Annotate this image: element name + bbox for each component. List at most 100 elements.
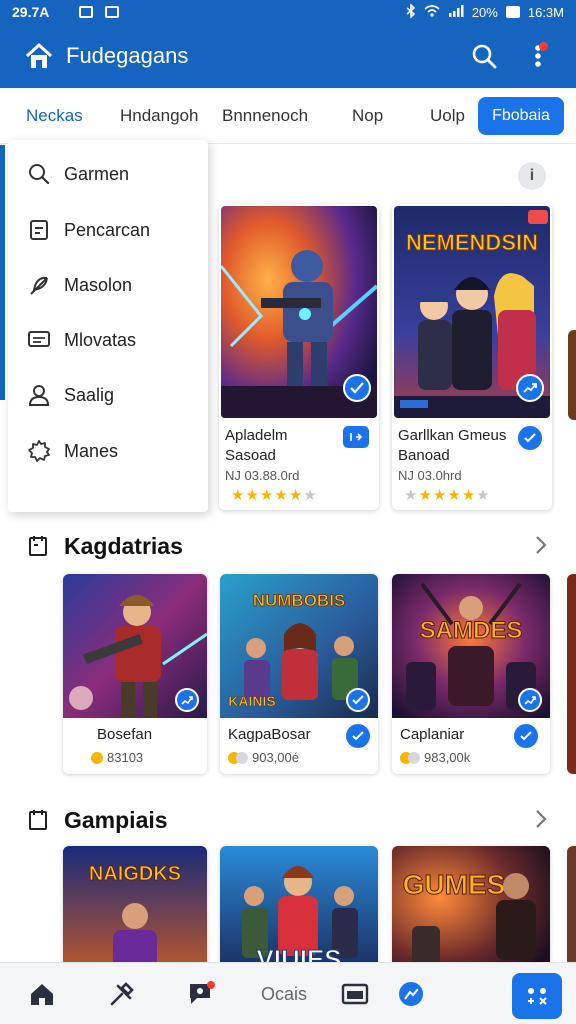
cover-title: NEMENDSIN [406, 230, 538, 255]
notification-icon [79, 6, 94, 18]
game-name: Caplaniar [400, 726, 465, 743]
calendar-icon [28, 535, 50, 557]
game-name: Garllkan Gmeus Banoad [398, 427, 507, 464]
svg-text:KAINIS: KAINIS [228, 693, 275, 709]
status-time: 29.7A [12, 4, 50, 20]
menu-item-label: Manes [64, 440, 119, 461]
install-button[interactable] [514, 724, 538, 748]
menu-item-saalig[interactable]: Saalig [8, 367, 208, 423]
game-card[interactable]: Bosefan 83103 [63, 574, 207, 774]
compass-icon[interactable] [396, 977, 426, 1011]
section-title: Kagdatrias [64, 532, 183, 559]
wifi-icon [424, 4, 440, 20]
install-button[interactable] [343, 426, 369, 448]
menu-item-garmen[interactable]: Garmen [8, 146, 208, 202]
window-icon[interactable] [340, 977, 370, 1011]
install-button[interactable] [518, 426, 542, 450]
chevron-right-icon[interactable] [534, 534, 548, 561]
home-icon[interactable] [28, 977, 56, 1011]
featured-card[interactable]: NEMENDSIN Garllkan Gmeus Banoad NJ 03.0h… [392, 204, 552, 510]
tab-uolp[interactable]: Uolp [430, 106, 465, 126]
game-name: Apladelm Sasoad [225, 427, 288, 464]
install-button[interactable] [346, 724, 370, 748]
game-price: 83103 [91, 750, 143, 765]
game-card[interactable]: VIUIES [220, 846, 378, 976]
menu-item-label: Mlovatas [64, 329, 137, 350]
section-header: Gampiais [0, 800, 576, 840]
game-price: 983,00k [400, 750, 470, 765]
app-bar: Fudegagans [0, 24, 576, 88]
price-value: 903,00é [252, 750, 299, 765]
section-header: Kagdatrias [0, 526, 576, 566]
trending-icon [175, 688, 199, 712]
apps-icon[interactable] [512, 973, 562, 1019]
bluetooth-icon [406, 2, 416, 21]
search-icon[interactable] [468, 40, 500, 72]
status-clock: 16:3M [527, 4, 564, 20]
tab-neckas[interactable]: Neckas [26, 106, 83, 126]
message-icon [26, 327, 52, 353]
verified-icon [343, 374, 371, 402]
battery-icon [505, 6, 520, 18]
price-value: 83103 [107, 750, 144, 765]
menu-item-manes[interactable]: Manes [8, 423, 208, 479]
side-accent-bar [0, 145, 5, 400]
game-name: KagpaBosar [228, 726, 311, 743]
chevron-right-icon[interactable] [534, 808, 548, 835]
section-title: Gampiais [64, 806, 168, 833]
game-meta: NJ 03.88.0rd [225, 468, 300, 483]
verified-icon [346, 688, 370, 712]
rating-stars: ★★★★★★ [231, 487, 318, 504]
app-title: Fudegagans [66, 43, 189, 68]
more-vert-icon[interactable] [522, 40, 554, 72]
coin-icon [91, 751, 103, 764]
trending-icon [516, 374, 544, 402]
game-card[interactable]: GUMES [392, 846, 550, 976]
status-bar: 29.7A 20% 16:3M [0, 0, 576, 24]
game-card[interactable]: SAMDES Caplaniar 983,00k [392, 574, 550, 774]
bottom-nav: Ocais [0, 962, 576, 1024]
tab-nop[interactable]: Nop [352, 106, 383, 126]
tab-bnnnenoch[interactable]: Bnnnenoch [222, 106, 308, 126]
menu-item-masolon[interactable]: Masolon [8, 257, 208, 313]
feather-icon [26, 272, 52, 298]
coin-icon [408, 751, 420, 764]
notification-dot [539, 42, 548, 51]
rating-stars: ★★★★★★ [404, 487, 491, 504]
gear-icon [26, 438, 52, 464]
battery-text: 20% [471, 4, 498, 20]
cover-title: GUMES [403, 869, 506, 900]
game-cover-image: NAIGDKS [63, 846, 207, 976]
game-name: Bosefan [97, 726, 153, 743]
nav-label-ocais[interactable]: Ocais [256, 977, 312, 1011]
game-price: 903,00é [228, 750, 299, 765]
coin-icon [236, 751, 248, 764]
chat-icon[interactable] [186, 977, 218, 1011]
menu-item-label: Pencarcan [64, 219, 151, 240]
game-cover-image: VIUIES [220, 846, 378, 976]
game-card[interactable]: NUMBOBIS KAINIS KagpaBosar 903,00é [220, 574, 378, 774]
home-icon[interactable] [22, 39, 56, 73]
menu-item-label: Masolon [64, 274, 133, 295]
info-icon[interactable]: i [518, 162, 546, 190]
menu-item-pencarcan[interactable]: Pencarcan [8, 202, 208, 258]
tab-hndangoh[interactable]: Hndangoh [120, 106, 198, 126]
menu-item-label: Saalig [64, 384, 115, 405]
list-icon [26, 217, 52, 243]
menu-item-mlovatas[interactable]: Mlovatas [8, 312, 208, 368]
game-card[interactable]: NAIGDKS [63, 846, 207, 976]
game-cover-image: GUMES [392, 846, 550, 976]
tools-icon[interactable] [106, 977, 138, 1011]
trending-icon [518, 688, 542, 712]
search-icon [26, 161, 52, 187]
tab-bar: Neckas Hndangoh Bnnnenoch Nop Uolp Fboba… [0, 88, 576, 144]
next-card-peek [567, 574, 576, 774]
nav-label: Ocais [260, 983, 307, 1004]
tab-fbobaia[interactable]: Fbobaia [478, 97, 564, 135]
cover-title: NUMBOBIS [253, 591, 346, 610]
featured-card[interactable]: Apladelm Sasoad NJ 03.88.0rd ★★★★★★ [219, 204, 379, 510]
calendar-icon [28, 809, 50, 831]
game-meta: NJ 03.0hrd [398, 468, 462, 483]
status-right: 20% 16:3M [406, 2, 564, 21]
next-card-peek [568, 330, 576, 420]
